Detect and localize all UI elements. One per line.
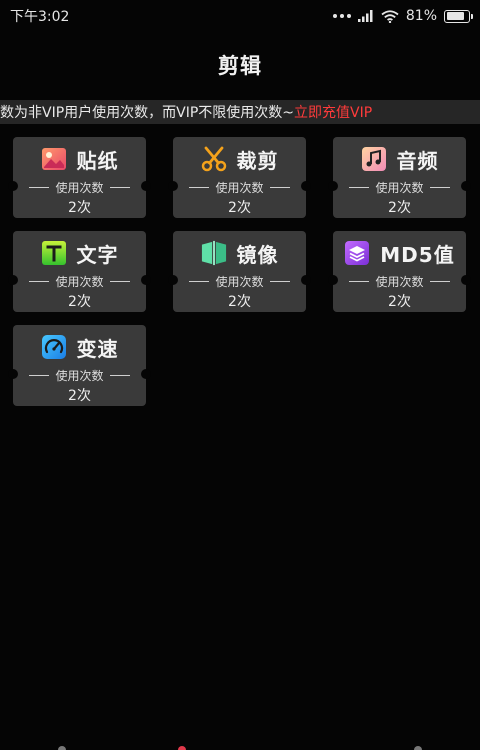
usage-label: 使用次数 <box>215 275 264 289</box>
vip-notice-text: 数为非VIP用户使用次数，而VIP不限使用次数~ <box>0 105 295 121</box>
usage-label: 使用次数 <box>55 275 104 289</box>
tool-card-label: 裁剪 <box>236 148 279 173</box>
usage-row: 使用次数 <box>13 179 146 196</box>
tab-hint <box>58 746 66 750</box>
tool-card-label: MD5值 <box>380 242 455 267</box>
signal-icon <box>357 10 373 22</box>
usage-row: 使用次数 <box>173 179 306 196</box>
tab-hint-active <box>178 746 186 750</box>
status-bar: 下午3:02 81% <box>0 0 480 32</box>
usage-row: 使用次数 <box>13 273 146 290</box>
vip-notice-bar: 数为非VIP用户使用次数，而VIP不限使用次数~ 立即充值VIP <box>0 100 480 124</box>
layers-icon <box>344 240 370 266</box>
usage-row: 使用次数 <box>13 367 146 384</box>
tool-card-text[interactable]: 文字 使用次数 2次 <box>8 231 151 312</box>
more-dots-icon <box>332 14 351 18</box>
sticker-icon <box>41 146 67 172</box>
battery-percent: 81% <box>405 8 437 24</box>
usage-label: 使用次数 <box>375 181 424 195</box>
usage-label: 使用次数 <box>215 181 264 195</box>
speedometer-icon <box>41 334 67 360</box>
recharge-vip-link[interactable]: 立即充值VIP <box>294 102 372 122</box>
tool-card-label: 变速 <box>76 336 119 361</box>
page-title: 剪辑 <box>218 54 262 78</box>
usage-count: 2次 <box>388 200 411 216</box>
tool-card-label: 贴纸 <box>76 148 119 173</box>
bottom-tab-hints <box>0 744 480 750</box>
tool-card-audio[interactable]: 音频 使用次数 2次 <box>328 137 471 218</box>
tool-card-mirror[interactable]: 镜像 使用次数 2次 <box>168 231 311 312</box>
tool-card-head: 镜像 <box>173 239 306 267</box>
music-note-icon <box>361 146 387 172</box>
usage-row: 使用次数 <box>173 273 306 290</box>
tool-card-head: 音频 <box>333 145 466 173</box>
tool-card-label: 文字 <box>76 242 119 267</box>
battery-icon <box>444 9 473 23</box>
tool-card-label: 镜像 <box>236 242 279 267</box>
usage-label: 使用次数 <box>375 275 424 289</box>
status-time: 下午3:02 <box>10 9 70 25</box>
tool-card-head: 文字 <box>13 239 146 267</box>
battery-fill <box>446 12 464 20</box>
usage-count: 2次 <box>228 294 251 310</box>
usage-count: 2次 <box>388 294 411 310</box>
usage-row: 使用次数 <box>333 273 466 290</box>
usage-label: 使用次数 <box>55 369 104 383</box>
mirror-icon <box>201 240 227 266</box>
tool-card-label: 音频 <box>396 148 439 173</box>
tool-card-head: 变速 <box>13 333 146 361</box>
tool-card-head: 贴纸 <box>13 145 146 173</box>
tool-card-crop[interactable]: 裁剪 使用次数 2次 <box>168 137 311 218</box>
usage-count: 2次 <box>68 294 91 310</box>
usage-row: 使用次数 <box>333 179 466 196</box>
tool-card-md5[interactable]: MD5值 使用次数 2次 <box>328 231 471 312</box>
usage-count: 2次 <box>68 200 91 216</box>
tab-hint <box>414 746 422 750</box>
usage-count: 2次 <box>228 200 251 216</box>
usage-count: 2次 <box>68 388 91 404</box>
tool-card-head: 裁剪 <box>173 145 306 173</box>
tool-card-head: MD5值 <box>333 239 466 267</box>
wifi-icon <box>381 9 399 23</box>
scissors-icon <box>201 146 227 172</box>
text-icon <box>41 240 67 266</box>
tool-card-sticker[interactable]: 贴纸 使用次数 2次 <box>8 137 151 218</box>
usage-label: 使用次数 <box>55 181 104 195</box>
status-indicators: 81% <box>332 8 473 24</box>
tool-card-speed[interactable]: 变速 使用次数 2次 <box>8 325 151 406</box>
